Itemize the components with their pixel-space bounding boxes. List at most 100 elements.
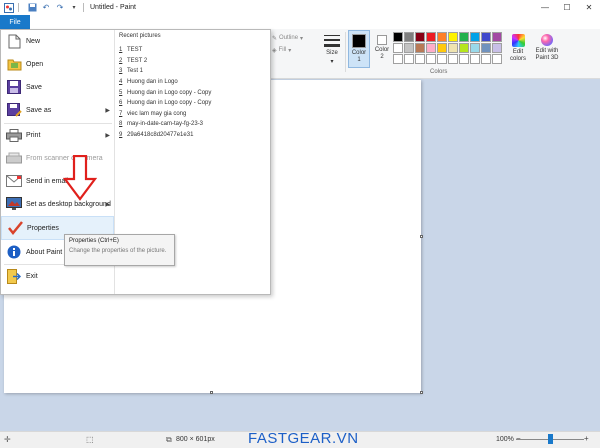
palette-swatch[interactable] xyxy=(415,32,425,42)
size-button[interactable]: Size ▾ xyxy=(320,32,344,70)
palette-swatch[interactable] xyxy=(470,32,480,42)
submenu-arrow-icon: ▶ xyxy=(105,132,110,139)
recent-picture-number: 8 xyxy=(119,121,123,128)
recent-picture-name: TEST 2 xyxy=(127,57,148,64)
palette-swatch[interactable] xyxy=(470,43,480,53)
palette-swatch[interactable] xyxy=(459,32,469,42)
recent-picture-name: Huong dan in Logo copy - Copy xyxy=(127,100,212,107)
maximize-button[interactable]: ☐ xyxy=(556,0,578,15)
zoom-in-button[interactable]: + xyxy=(584,434,589,443)
color1-label: Color 1 xyxy=(351,50,367,63)
menu-item-label: Open xyxy=(26,60,44,68)
palette-swatch[interactable] xyxy=(481,54,491,64)
outline-dropdown[interactable]: ✎ Outline ▾ xyxy=(272,32,316,44)
recent-picture-item[interactable]: 5 Huong dan in Logo copy - Copy xyxy=(119,87,269,98)
menu-item-open[interactable]: Open xyxy=(1,53,114,75)
color2-swatch xyxy=(377,35,387,45)
resize-handle-bottom[interactable] xyxy=(210,391,213,394)
palette-swatch[interactable] xyxy=(426,54,436,64)
palette-swatch[interactable] xyxy=(426,43,436,53)
recent-picture-item[interactable]: 2 TEST 2 xyxy=(119,56,269,67)
palette-swatch[interactable] xyxy=(404,54,414,64)
menu-item-new[interactable]: New xyxy=(1,30,114,52)
recent-picture-number: 3 xyxy=(119,68,123,75)
recent-picture-item[interactable]: 4 Huong dan in Logo xyxy=(119,77,269,88)
redo-icon[interactable]: ↷ xyxy=(55,3,65,13)
recent-picture-number: 2 xyxy=(119,57,123,64)
palette-swatch[interactable] xyxy=(404,43,414,53)
palette-swatch[interactable] xyxy=(426,32,436,42)
customize-toolbar-icon[interactable]: ▾ xyxy=(69,3,79,13)
recent-pictures-list: 1 TEST 2 TEST 2 3 Test 1 4 Huong dan in Logo 5 Hu… xyxy=(119,45,269,140)
chevron-down-icon: ▾ xyxy=(300,35,304,42)
palette-swatch[interactable] xyxy=(459,43,469,53)
palette-swatch[interactable] xyxy=(437,32,447,42)
add-icon: ✛ xyxy=(4,435,11,444)
palette-swatch[interactable] xyxy=(393,32,403,42)
palette-swatch[interactable] xyxy=(437,54,447,64)
resize-handle-corner[interactable] xyxy=(420,391,423,394)
desktop-background-icon xyxy=(6,196,22,212)
submenu-arrow-icon: ▶ xyxy=(105,201,110,208)
palette-swatch[interactable] xyxy=(470,54,480,64)
palette-swatch[interactable] xyxy=(481,43,491,53)
tooltip-body: Change the properties of the picture. xyxy=(69,248,167,254)
palette-swatch[interactable] xyxy=(393,54,403,64)
recent-picture-name: viec lam may gia cong xyxy=(127,110,187,117)
info-icon xyxy=(6,244,22,260)
recent-picture-item[interactable]: 3 Test 1 xyxy=(119,66,269,77)
menu-item-save[interactable]: Save xyxy=(1,76,114,98)
color-wheel-icon xyxy=(511,34,525,47)
size-lines-icon xyxy=(324,34,340,48)
scanner-icon xyxy=(6,150,22,166)
edit-with-paint3d-button[interactable]: Edit with Paint 3D xyxy=(532,30,562,68)
palette-swatch[interactable] xyxy=(448,54,458,64)
recent-picture-item[interactable]: 1 TEST xyxy=(119,45,269,56)
recent-picture-item[interactable]: 8 may-in-date-cam-tay-fg-23-3 xyxy=(119,119,269,130)
menu-item-print[interactable]: Print ▶ xyxy=(1,124,114,146)
edit-colors-button[interactable]: Edit colors xyxy=(507,30,529,68)
checkmark-icon xyxy=(7,220,23,236)
recent-picture-item[interactable]: 6 Huong dan in Logo copy - Copy xyxy=(119,98,269,109)
minimize-button[interactable]: — xyxy=(534,0,556,15)
outline-icon: ✎ xyxy=(272,35,278,42)
palette-swatch[interactable] xyxy=(492,32,502,42)
menu-item-label: About Paint xyxy=(26,248,63,256)
color-palette xyxy=(393,32,502,64)
fill-dropdown[interactable]: ◈ Fill ▾ xyxy=(272,44,316,56)
palette-swatch[interactable] xyxy=(415,54,425,64)
menu-item-send-email[interactable]: Send in email xyxy=(1,170,114,192)
recent-picture-item[interactable]: 7 viec lam may gia cong xyxy=(119,109,269,120)
paint3d-icon xyxy=(541,34,553,46)
palette-swatch[interactable] xyxy=(481,32,491,42)
color1-button[interactable]: Color 1 xyxy=(348,30,370,68)
menu-item-save-as[interactable]: Save as ▶ xyxy=(1,99,114,121)
menu-item-from-scanner[interactable]: From scanner or camera xyxy=(1,147,114,169)
palette-swatch[interactable] xyxy=(404,32,414,42)
file-tab[interactable]: File xyxy=(0,15,30,29)
paint3d-label: Edit with Paint 3D xyxy=(535,48,559,61)
close-button[interactable]: ✕ xyxy=(578,0,600,15)
palette-swatch[interactable] xyxy=(492,54,502,64)
undo-icon[interactable]: ↶ xyxy=(41,3,51,13)
palette-swatch[interactable] xyxy=(415,43,425,53)
palette-swatch[interactable] xyxy=(448,43,458,53)
exit-icon xyxy=(6,268,22,284)
canvas-dimensions: 800 × 601px xyxy=(176,436,215,443)
resize-handle-right[interactable] xyxy=(420,235,423,238)
palette-swatch[interactable] xyxy=(437,43,447,53)
quick-save-icon[interactable] xyxy=(27,3,37,13)
menu-item-exit[interactable]: Exit xyxy=(1,265,114,287)
menu-item-set-desktop-background[interactable]: Set as desktop background ▶ xyxy=(1,193,114,215)
fill-label: Fill xyxy=(278,47,287,53)
zoom-slider-thumb[interactable] xyxy=(548,434,553,444)
recent-picture-number: 6 xyxy=(119,100,123,107)
palette-swatch[interactable] xyxy=(448,32,458,42)
palette-swatch[interactable] xyxy=(393,43,403,53)
palette-swatch[interactable] xyxy=(492,43,502,53)
color2-button[interactable]: Color 2 xyxy=(371,30,393,68)
recent-picture-item[interactable]: 9 29a6418c8d20477e1e31 xyxy=(119,130,269,141)
red-arrow-icon xyxy=(63,155,97,201)
title-separator xyxy=(83,3,84,12)
palette-swatch[interactable] xyxy=(459,54,469,64)
